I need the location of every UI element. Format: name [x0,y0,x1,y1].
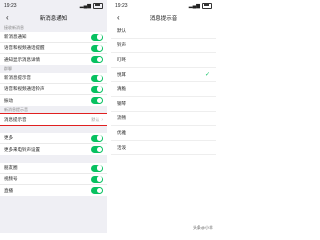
settings-group: 新消息提示音 语音和视频通话铃声 振动 [0,73,107,106]
setting-label: 语音和视频通话提醒 [4,45,45,50]
signal-icon: ▂▄▆ [188,2,200,9]
nav-bar: ‹ 消息提示音 [111,11,216,24]
toggle-switch[interactable] [91,74,103,82]
sound-label: 清脆 [117,86,126,92]
signal-icon: ▂▄▆ [79,2,91,9]
setting-label: 直播 [4,187,13,193]
setting-label: 更多来电铃声设置 [4,146,40,152]
sound-option[interactable]: 铃声 [111,39,216,54]
chevron-right-icon: › [101,116,103,123]
group-label [0,125,107,133]
nav-bar: ‹ 新消息通知 [0,11,107,24]
group-label: 群聊 [4,66,12,71]
settings-group: 新消息通知 语音和视频通话提醒 通知显示消息详情 [0,32,107,65]
sound-label: 铃声 [117,42,126,48]
settings-group: 消息提示音 默认 › [0,113,107,126]
status-bar: 19:23 ▂▄▆ [0,0,107,11]
toggle-switch[interactable] [91,33,103,41]
status-time: 19:23 [4,2,17,9]
watermark: 头条@小羊 [192,225,213,230]
sound-option[interactable]: 活泼 [111,141,216,156]
setting-row[interactable]: 朋友圈 [0,163,107,174]
current-sound: 默认 [91,116,100,122]
setting-row[interactable]: 新消息提示音 [0,73,107,84]
setting-label: 通知显示消息详情 [4,56,40,62]
toggle-switch[interactable] [91,56,103,63]
sound-option[interactable]: 默认 [111,24,216,39]
toggle-switch[interactable] [91,146,103,153]
toggle-switch[interactable] [91,187,103,194]
toggle-switch[interactable] [91,44,103,52]
sound-list: 默认 铃声 叮咚 悦耳 ✓ 清脆 钢琴 流畅 优雅 活泼 [111,24,216,156]
status-time: 19:23 [115,2,128,9]
page-title: 消息提示音 [149,15,178,22]
sound-option[interactable]: 流畅 [111,112,216,127]
setting-row[interactable]: 语音和视频通话铃声 [0,84,107,95]
status-icons: ▂▄▆ [79,2,103,9]
setting-row[interactable]: 更多来电铃声设置 [0,144,107,155]
toggle-switch[interactable] [91,134,103,142]
setting-row[interactable]: 视频号 [0,174,107,185]
sound-label: 优雅 [117,129,126,135]
sound-option[interactable]: 清脆 [111,82,216,97]
setting-row[interactable]: 语音和视频通话提醒 [0,43,107,54]
sound-label: 活泼 [117,144,126,150]
battery-icon [202,2,212,9]
setting-label: 更多 [4,135,13,140]
toggle-switch[interactable] [91,175,103,183]
message-sound-screen: 19:23 ▂▄▆ ‹ 消息提示音 默认 铃声 叮咚 悦耳 ✓ 清脆 钢琴 流畅 [111,0,216,233]
sound-option[interactable]: 叮咚 [111,53,216,68]
setting-row[interactable]: 更多 [0,133,107,144]
sound-label: 钢琴 [117,100,126,106]
battery-icon [93,2,103,9]
toggle-switch[interactable] [91,164,103,172]
setting-value: 默认 › [91,117,103,123]
checkmark-icon: ✓ [204,72,210,79]
sound-label: 默认 [117,27,126,33]
group-label: 接收新消息 [4,25,24,30]
setting-row[interactable]: 通知显示消息详情 [0,54,107,65]
back-icon[interactable]: ‹ [117,13,120,22]
message-sound-row[interactable]: 消息提示音 默认 › [0,113,107,126]
toggle-switch[interactable] [91,85,103,93]
setting-label: 振动 [4,97,13,103]
sound-label: 叮咚 [117,56,126,62]
setting-label: 消息提示音 [4,116,27,122]
settings-group: 朋友圈 视频号 直播 [0,163,107,196]
setting-row[interactable]: 振动 [0,95,107,106]
setting-label: 新消息通知 [4,34,27,39]
sound-option-selected[interactable]: 悦耳 ✓ [111,68,216,83]
notification-settings-screen: 19:23 ▂▄▆ ‹ 新消息通知 接收新消息 新消息通知 语音和视频通话提醒 … [0,0,107,233]
setting-label: 新消息提示音 [4,75,31,80]
status-icons: ▂▄▆ [188,2,212,9]
setting-row[interactable]: 新消息通知 [0,32,107,43]
sound-label: 流畅 [117,115,126,121]
setting-label: 语音和视频通话铃声 [4,86,45,91]
setting-label: 视频号 [4,176,18,181]
group-label: 新消息提示音 [4,107,28,112]
back-icon[interactable]: ‹ [6,13,9,22]
sound-option[interactable]: 优雅 [111,126,216,141]
status-bar: 19:23 ▂▄▆ [111,0,216,11]
page-title: 新消息通知 [39,15,68,22]
sound-label: 悦耳 [117,71,126,77]
group-label [0,155,107,163]
toggle-switch[interactable] [91,97,103,104]
setting-label: 朋友圈 [4,165,18,170]
settings-group: 更多 更多来电铃声设置 [0,133,107,155]
sound-option[interactable]: 钢琴 [111,97,216,112]
setting-row[interactable]: 直播 [0,185,107,196]
